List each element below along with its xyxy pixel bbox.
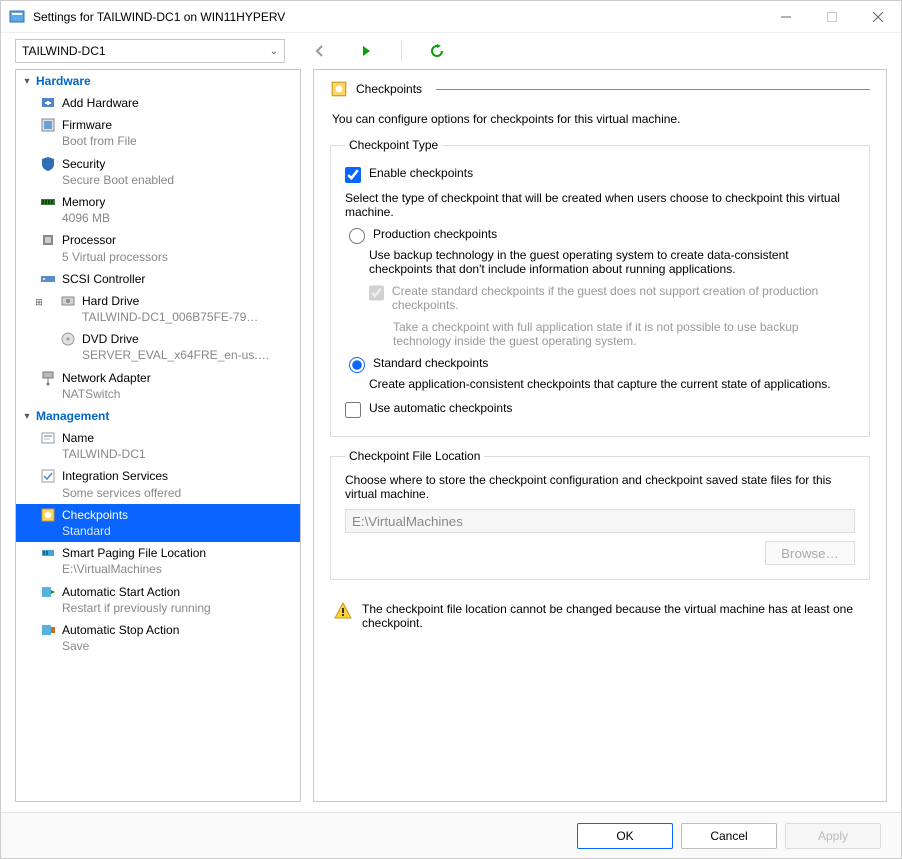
name-icon [40, 430, 56, 446]
panel-heading: Checkpoints [330, 80, 870, 98]
close-button[interactable] [855, 1, 901, 33]
type-description: Select the type of checkpoint that will … [345, 191, 855, 219]
expander-plus-icon[interactable]: ⊞ [34, 296, 44, 308]
checkpoint-location-group: Checkpoint File Location Choose where to… [330, 449, 870, 580]
firmware-icon [40, 117, 56, 133]
toolbar-divider [401, 41, 402, 61]
panel-intro: You can configure options for checkpoint… [332, 112, 868, 126]
integration-icon [40, 468, 56, 484]
sidebar-item-security[interactable]: SecuritySecure Boot enabled [16, 153, 300, 191]
location-desc: Choose where to store the checkpoint con… [345, 473, 855, 501]
sidebar-item-smart-paging[interactable]: Smart Paging File LocationE:\VirtualMach… [16, 542, 300, 580]
auto-checkpoints-checkbox[interactable] [345, 402, 361, 418]
tree-section-management[interactable]: ▾ Management [16, 405, 300, 427]
main-area: ▾ Hardware Add Hardware FirmwareBoot fro… [1, 69, 901, 812]
dialog-buttons: OK Cancel Apply [1, 812, 901, 858]
ok-button[interactable]: OK [577, 823, 673, 849]
chevron-down-icon: ⌄ [270, 46, 278, 57]
sidebar-item-firmware[interactable]: FirmwareBoot from File [16, 114, 300, 152]
production-desc: Use backup technology in the guest opera… [369, 248, 855, 276]
tree-section-label: Hardware [36, 74, 91, 88]
memory-icon [40, 194, 56, 210]
location-input [345, 509, 855, 533]
nav-forward-button[interactable] [355, 40, 377, 62]
group-legend: Checkpoint File Location [345, 449, 484, 463]
browse-button: Browse… [765, 541, 855, 565]
prod-fallback-note: Take a checkpoint with full application … [393, 320, 855, 348]
enable-checkpoints-label: Enable checkpoints [369, 166, 473, 180]
nav-back-button[interactable] [309, 40, 331, 62]
group-legend: Checkpoint Type [345, 138, 442, 152]
expander-plus-icon[interactable]: ⊞ [15, 235, 18, 247]
checkpoint-icon [330, 80, 348, 98]
warning-icon [334, 602, 352, 620]
apply-button: Apply [785, 823, 881, 849]
expander-icon: ▾ [22, 76, 32, 87]
sidebar-item-hard-drive[interactable]: ⊞ Hard DriveTAILWIND-DC1_006B75FE-79… [16, 290, 300, 328]
sidebar-item-scsi[interactable]: ⊟ SCSI Controller [16, 268, 300, 290]
sidebar-item-integration[interactable]: Integration ServicesSome services offere… [16, 465, 300, 503]
vm-selector[interactable]: TAILWIND-DC1 ⌄ [15, 39, 285, 63]
sidebar-item-network[interactable]: ⊞ Network AdapterNATSwitch [16, 367, 300, 405]
processor-icon [40, 232, 56, 248]
standard-label: Standard checkpoints [373, 356, 488, 370]
standard-desc: Create application-consistent checkpoint… [369, 377, 855, 391]
prod-fallback-label: Create standard checkpoints if the guest… [392, 284, 855, 312]
warning-text: The checkpoint file location cannot be c… [362, 602, 866, 630]
settings-tree[interactable]: ▾ Hardware Add Hardware FirmwareBoot fro… [15, 69, 301, 802]
auto-stop-icon [40, 622, 56, 638]
sidebar-item-auto-start[interactable]: Automatic Start ActionRestart if previou… [16, 581, 300, 619]
sidebar-item-add-hardware[interactable]: Add Hardware [16, 92, 300, 114]
standard-radio[interactable] [349, 357, 365, 373]
tree-section-hardware[interactable]: ▾ Hardware [16, 70, 300, 92]
refresh-button[interactable] [426, 40, 448, 62]
heading-rule [436, 89, 870, 90]
expander-icon: ▾ [22, 411, 32, 422]
app-icon [9, 9, 25, 25]
expander-plus-icon[interactable]: ⊞ [15, 373, 18, 385]
dvd-icon [60, 331, 76, 347]
panel-title: Checkpoints [356, 82, 422, 96]
top-toolbar: TAILWIND-DC1 ⌄ [1, 33, 901, 69]
sidebar-item-processor[interactable]: ⊞ Processor5 Virtual processors [16, 229, 300, 267]
window-title: Settings for TAILWIND-DC1 on WIN11HYPERV [33, 10, 763, 24]
shield-icon [40, 156, 56, 172]
expander-minus-icon[interactable]: ⊟ [15, 274, 18, 286]
auto-start-icon [40, 584, 56, 600]
add-hardware-icon [40, 95, 56, 111]
warning-row: The checkpoint file location cannot be c… [330, 596, 870, 636]
sidebar-item-dvd-drive[interactable]: DVD DriveSERVER_EVAL_x64FRE_en-us.… [16, 328, 300, 366]
vm-selector-value: TAILWIND-DC1 [22, 44, 106, 58]
minimize-button[interactable] [763, 1, 809, 33]
production-radio[interactable] [349, 228, 365, 244]
cancel-button[interactable]: Cancel [681, 823, 777, 849]
checkpoint-type-group: Checkpoint Type Enable checkpoints Selec… [330, 138, 870, 437]
checkpoint-icon [40, 507, 56, 523]
enable-checkpoints-checkbox[interactable] [345, 167, 361, 183]
tree-section-label: Management [36, 409, 109, 423]
titlebar: Settings for TAILWIND-DC1 on WIN11HYPERV [1, 1, 901, 33]
prod-fallback-checkbox [369, 285, 384, 301]
sidebar-item-name[interactable]: NameTAILWIND-DC1 [16, 427, 300, 465]
network-icon [40, 370, 56, 386]
paging-icon [40, 545, 56, 561]
hard-drive-icon [60, 293, 76, 309]
details-panel: Checkpoints You can configure options fo… [313, 69, 887, 802]
sidebar-item-auto-stop[interactable]: Automatic Stop ActionSave [16, 619, 300, 657]
sidebar-item-memory[interactable]: Memory4096 MB [16, 191, 300, 229]
scsi-icon [40, 271, 56, 287]
sidebar-item-checkpoints[interactable]: CheckpointsStandard [16, 504, 300, 542]
auto-checkpoints-label: Use automatic checkpoints [369, 401, 512, 415]
maximize-button[interactable] [809, 1, 855, 33]
production-label: Production checkpoints [373, 227, 497, 241]
